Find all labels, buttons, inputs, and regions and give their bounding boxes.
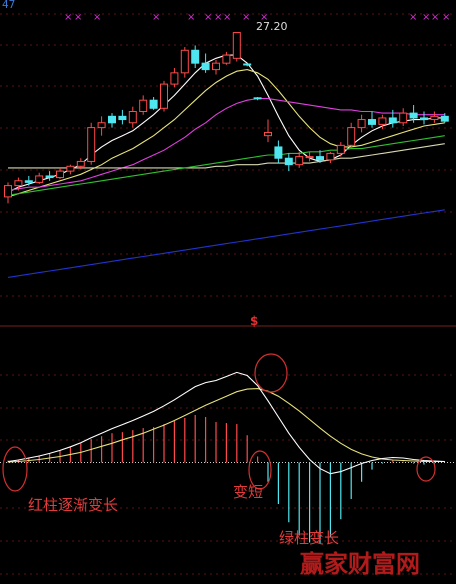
candle-body [128,111,137,124]
candle-body [368,119,376,125]
candle-body [326,152,335,161]
candle-body [378,117,387,125]
stock-chart: × × × × × × × × × × × × × × 47 27.20 $ 红柱逐渐变长 变短 绿柱变长… [0,0,456,578]
candle-body [232,32,241,59]
ma-line-3 [8,143,445,169]
top-marker: × [74,12,82,23]
candle-body [108,115,116,124]
candle-body [66,165,75,172]
ma-line-1 [7,69,445,198]
top-marker: × [152,12,160,23]
indicator-title: $ [250,314,258,328]
candle-body [388,117,397,124]
candle-body [222,54,231,64]
top-marker: × [204,12,212,23]
candle-body [316,156,324,161]
candle-body [264,131,272,137]
candle-body [243,63,252,66]
annotation-bars-shorten: 变短 [233,483,263,501]
annotation-red-bars-grow: 红柱逐渐变长 [28,496,118,514]
annotation-green-bars-grow: 绿柱变长 [279,529,339,547]
candle-body [35,175,44,183]
candle-body [420,117,428,121]
ma-line-5 [7,209,445,278]
top-marker: × [64,12,72,23]
top-marker: × [422,12,430,23]
candle-body [440,115,449,122]
candle-body [201,62,210,71]
candle-body [274,146,283,159]
candle-body [399,112,408,124]
candle-body [336,144,345,154]
candle-body [409,112,418,119]
candle-body [149,99,158,109]
grid-lines: × × × × × × × × × × × × × × [0,12,456,575]
candle-body [212,62,220,71]
top-marker: × [442,12,450,23]
highlight-circle-start [2,446,28,492]
candle-body [45,175,54,179]
candle-body [284,157,293,166]
candle-body [430,115,439,121]
left-axis-label: 47 [2,0,15,11]
watermark: 赢家财富网 [300,549,420,578]
candle-body [160,83,168,109]
candle-body [56,170,64,179]
candle-body [76,160,85,167]
candle-body [24,180,33,183]
candle-body [305,156,314,159]
candle-body [180,49,189,74]
high-price-label: 27.20 [256,20,288,33]
top-marker: × [431,12,439,23]
top-marker: × [409,12,417,23]
candle-body [295,156,304,166]
top-marker: × [93,12,101,23]
candle-body [118,115,127,121]
candle-body [87,127,96,162]
ma-line-4 [7,135,445,196]
candle-body [191,49,200,64]
top-marker: × [214,12,222,23]
top-marker: × [242,12,250,23]
candle-body [139,99,148,112]
candle-body [253,97,262,100]
candle-body [97,122,106,129]
top-marker: × [223,12,231,23]
candle-body [4,185,12,198]
candle-body [347,127,356,146]
highlight-circle-peak [254,353,288,393]
macd-histogram [7,414,435,544]
candle-body [357,119,366,129]
top-marker: × [187,12,195,23]
candle-body [14,180,23,187]
candle-body [170,72,179,85]
